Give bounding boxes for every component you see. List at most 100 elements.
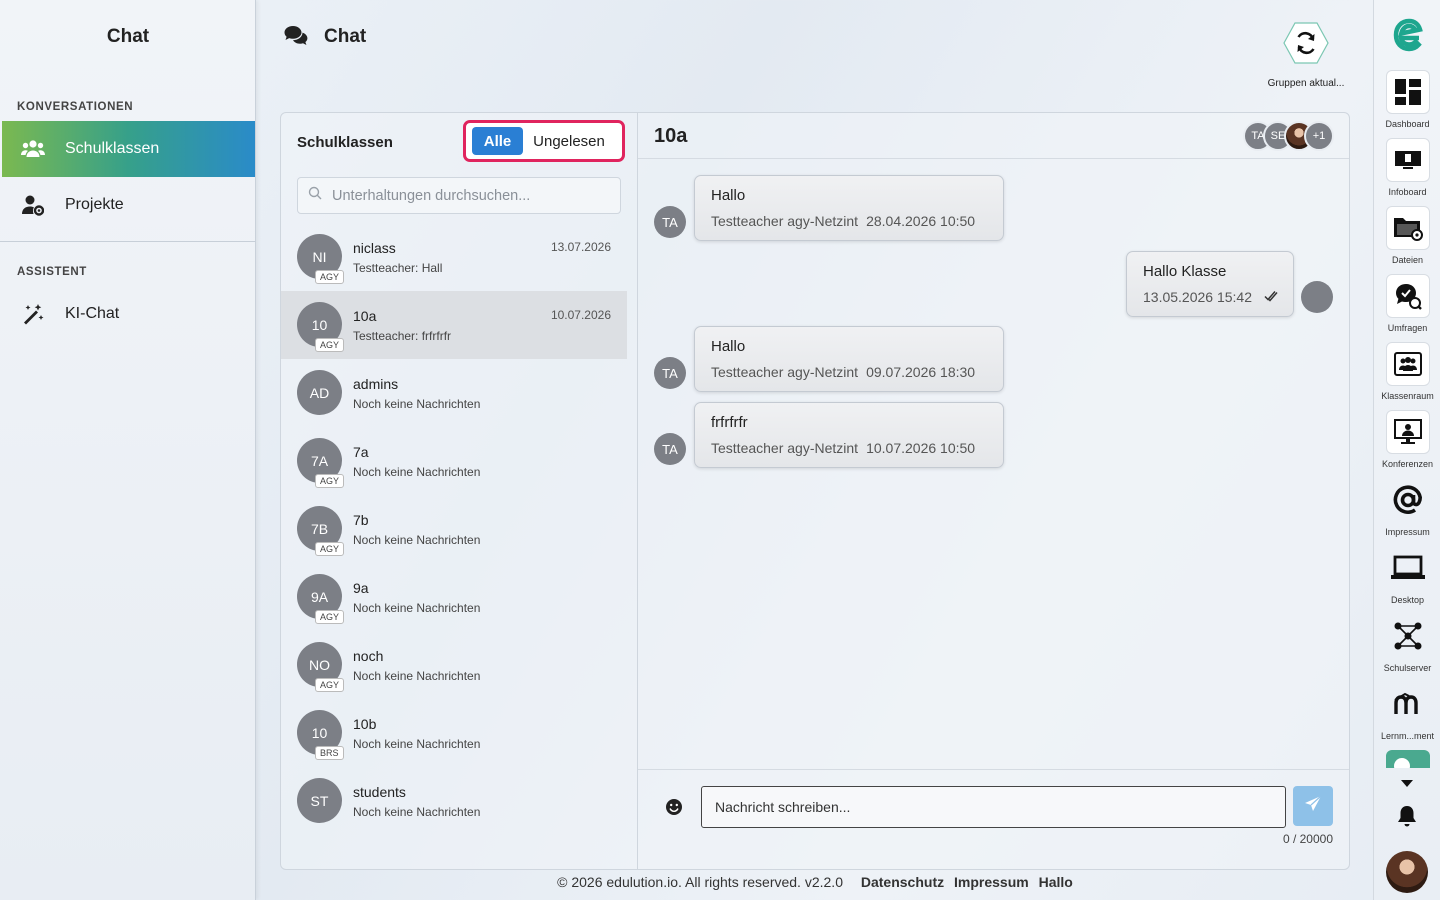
school-badge: AGY [315,270,345,284]
folder-icon [1385,206,1430,250]
copyright: © 2026 edulution.io. All rights reserved… [557,874,843,890]
conversation-name: 10b [353,716,377,732]
filter-all-button[interactable]: Alle [472,127,523,155]
app-partial-tile[interactable] [1386,750,1430,768]
filter-unread-button[interactable]: Ungelesen [523,127,615,155]
chevron-down-icon[interactable] [1400,776,1414,794]
sidebar-item-label: KI-Chat [65,305,120,322]
avatar: ST [297,778,342,823]
own-avatar [1301,281,1333,313]
app-desktop[interactable]: Desktop [1374,546,1440,605]
app-konferenzen[interactable]: Konferenzen [1374,410,1440,469]
app-label: Dashboard [1385,119,1430,129]
classroom-icon [1385,342,1430,386]
conversation-preview: Testteacher: Hall [353,261,443,275]
message-bubble: frfrfrfr Testteacher agy-Netzint 10.07.20… [694,402,1004,468]
app-dashboard[interactable]: Dashboard [1374,70,1440,129]
send-icon [1304,795,1322,818]
app-rail: Dashboard Infoboard Dateien Umfragen Kla… [1373,0,1440,900]
message-time: 28.04.2026 10:50 [866,213,976,229]
conversation-item[interactable]: NI AGY niclass Testteacher: Hall 13.07.2… [281,223,627,291]
search-input[interactable] [332,187,612,204]
message-avatar: TA [654,433,686,465]
participant-count[interactable]: +1 [1304,121,1334,151]
sidebar-item-projekte[interactable]: Projekte [2,177,255,233]
chat-panel: Schulklassen Alle Ungelesen NI AGY nicla… [280,112,1350,870]
conversation-date: 13.07.2026 [550,240,611,254]
conversation-item[interactable]: 10 BRS 10b Noch keine Nachrichten [281,699,627,767]
section-label-conversations: KONVERSATIONEN [17,101,134,113]
sidebar-item-ki-chat[interactable]: KI-Chat [2,286,255,342]
search-icon [308,186,322,205]
conversation-name: 10a [353,308,377,324]
sidebar-item-label: Projekte [65,196,124,213]
app-label: Dateien [1391,255,1424,265]
message-text: Hallo [711,338,746,355]
conversation-item[interactable]: 7A AGY 7a Noch keine Nachrichten [281,427,627,495]
message-bubble: Hallo Testteacher agy-Netzint 28.04.2026 … [694,175,1004,241]
users-icon [21,137,45,161]
emoji-icon[interactable] [665,798,683,821]
refresh-icon [1283,22,1329,64]
conversation-item[interactable]: ST students Noch keine Nachrichten [281,767,627,835]
conversation-name: 7a [353,444,369,460]
app-label: Umfragen [1387,323,1428,333]
conversation-preview: Noch keine Nachrichten [353,397,481,411]
footer-link-hallo[interactable]: Hallo [1039,874,1073,890]
conversation-list: Schulklassen Alle Ungelesen NI AGY nicla… [281,113,638,869]
app-umfragen[interactable]: Umfragen [1374,274,1440,333]
conversation-preview: Noch keine Nachrichten [353,805,481,819]
conversation-item[interactable]: AD admins Noch keine Nachrichten [281,359,627,427]
footer-link-impressum[interactable]: Impressum [954,874,1029,890]
edulution-logo[interactable] [1374,18,1440,57]
message-author: Testteacher agy-Netzint [711,364,859,380]
chat-area: 10a TA SE +1 TA Hallo Testteacher agy-Ne… [638,113,1349,869]
chat-bubbles-icon [284,25,308,52]
app-impressum[interactable]: Impressum [1374,478,1440,537]
user-avatar[interactable] [1386,851,1428,893]
school-badge: AGY [315,678,345,692]
message-input[interactable] [701,786,1286,828]
conversation-name: niclass [353,240,396,256]
conversation-name: admins [353,376,399,392]
sidebar-item-schulklassen[interactable]: Schulklassen [2,121,255,177]
conversation-name: 9a [353,580,369,596]
app-label: Infoboard [1388,187,1427,197]
app-klassenraum[interactable]: Klassenraum [1374,342,1440,401]
conversation-item[interactable]: 10 AGY 10a Testteacher: frfrfrfr 10.07.2… [281,291,627,359]
app-label: Konferenzen [1381,459,1434,469]
footer-link-datenschutz[interactable]: Datenschutz [861,874,944,890]
refresh-groups-button[interactable]: Gruppen aktual... [1264,22,1348,89]
school-badge: AGY [315,338,345,352]
app-infoboard[interactable]: Infoboard [1374,138,1440,197]
conversation-list-title: Schulklassen [297,134,393,151]
refresh-label: Gruppen aktual... [1267,78,1345,89]
conversation-item[interactable]: NO AGY noch Noch keine Nachrichten [281,631,627,699]
send-button[interactable] [1293,786,1333,826]
char-counter: 0 / 20000 [1282,832,1333,846]
school-badge: AGY [315,610,345,624]
chat-header: 10a TA SE +1 [638,113,1349,159]
conversation-item[interactable]: 7B AGY 7b Noch keine Nachrichten [281,495,627,563]
conversation-name: noch [353,648,384,664]
school-badge: AGY [315,542,345,556]
conversation-preview: Testteacher: frfrfrfr [353,329,452,343]
search-box [297,177,621,214]
bell-icon[interactable] [1397,805,1417,832]
avatar: AD [297,370,342,415]
user-gear-icon [21,193,45,217]
conversation-item[interactable]: 9A AGY 9a Noch keine Nachrichten [281,563,627,631]
conversation-name: students [353,784,406,800]
app-label: Lernm...ment [1380,731,1435,741]
app-label: Impressum [1385,527,1430,537]
message-text: Hallo [711,187,746,204]
message-text: Hallo Klasse [1143,263,1227,280]
message-author: Testteacher agy-Netzint [711,213,859,229]
app-lernmanagement[interactable]: Lernm...ment [1374,682,1440,741]
conference-icon [1385,410,1430,454]
app-schulserver[interactable]: Schulserver [1374,614,1440,673]
app-dateien[interactable]: Dateien [1374,206,1440,265]
sidebar-divider [0,241,256,242]
message-bubble: Hallo Testteacher agy-Netzint 09.07.2026 … [694,326,1004,392]
laptop-icon [1386,546,1430,590]
